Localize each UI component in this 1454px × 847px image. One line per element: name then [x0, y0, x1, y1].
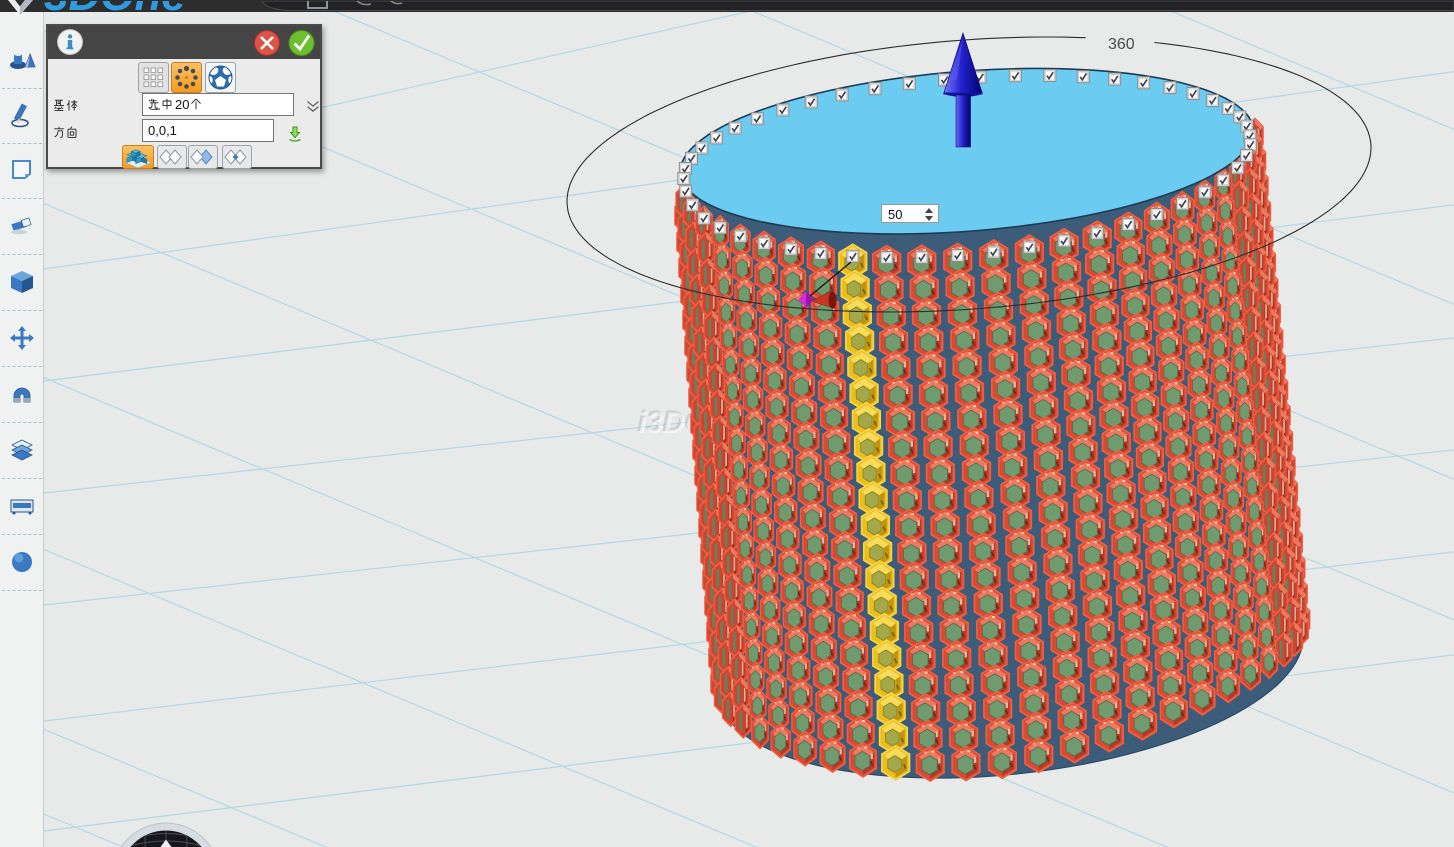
svg-text:3DOne: 3DOne	[44, 1, 186, 12]
svg-text:360: 360	[1108, 36, 1135, 53]
